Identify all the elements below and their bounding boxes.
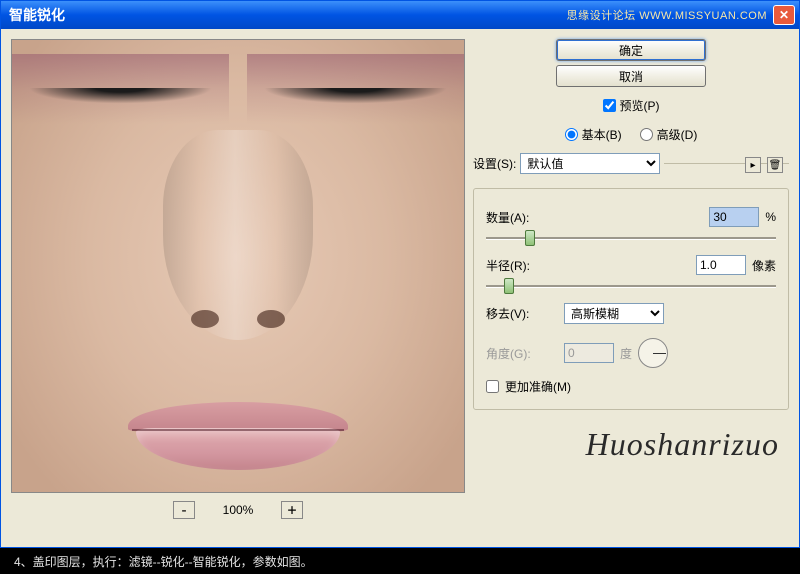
amount-unit: % [765,210,776,224]
angle-input [564,343,614,363]
preview-image[interactable] [11,39,465,493]
dialog-body: - 100% + 确定 取消 预览(P) 基本(B) 高级(D) 设置(S): [1,29,799,547]
dialog-title: 智能锐化 [9,5,567,25]
remove-select[interactable]: 高斯模糊 [564,303,664,324]
signature: Huoshanrizuo [473,426,789,463]
caption-bar: 4、盖印图层，执行：滤镜--锐化--智能锐化，参数如图。 [0,548,800,574]
controls-column: 确定 取消 预览(P) 基本(B) 高级(D) 设置(S): 默认值 ▸ 🗑 [473,39,789,537]
mode-advanced[interactable]: 高级(D) [640,126,698,143]
settings-label: 设置(S): [473,155,516,172]
watermark-text: 思缘设计论坛 WWW.MISSYUAN.COM [567,7,767,23]
titlebar[interactable]: 智能锐化 思缘设计论坛 WWW.MISSYUAN.COM ✕ [1,1,799,29]
preview-checkbox[interactable] [603,99,616,112]
angle-unit: 度 [620,345,632,362]
accurate-checkbox[interactable] [486,380,499,393]
settings-select[interactable]: 默认值 [520,153,660,174]
preview-label: 预览(P) [620,97,660,114]
amount-input[interactable] [709,207,759,227]
accurate-label: 更加准确(M) [505,378,571,395]
radius-label: 半径(R): [486,257,558,274]
caption-text: 4、盖印图层，执行：滤镜--锐化--智能锐化，参数如图。 [14,553,313,570]
advanced-radio[interactable] [640,128,653,141]
save-preset-icon[interactable]: ▸ [745,157,761,173]
angle-label: 角度(G): [486,345,558,362]
cancel-button[interactable]: 取消 [556,65,706,87]
delete-preset-icon[interactable]: 🗑 [767,157,783,173]
radius-input[interactable] [696,255,746,275]
amount-slider[interactable] [486,229,776,247]
radius-slider[interactable] [486,277,776,295]
angle-dial [638,338,668,368]
preview-column: - 100% + [11,39,465,537]
settings-fieldset: 数量(A): % 半径(R): 像素 移去(V): 高斯模糊 [473,188,789,410]
close-icon[interactable]: ✕ [773,5,795,25]
amount-label: 数量(A): [486,209,558,226]
radius-unit: 像素 [752,257,776,274]
zoom-out-button[interactable]: - [173,501,195,519]
zoom-in-button[interactable]: + [281,501,303,519]
zoom-controls: - 100% + [173,501,303,519]
basic-radio[interactable] [565,128,578,141]
mode-basic[interactable]: 基本(B) [565,126,622,143]
zoom-value: 100% [209,503,267,517]
remove-label: 移去(V): [486,305,558,322]
smart-sharpen-dialog: 智能锐化 思缘设计论坛 WWW.MISSYUAN.COM ✕ - 100% + [0,0,800,548]
ok-button[interactable]: 确定 [556,39,706,61]
